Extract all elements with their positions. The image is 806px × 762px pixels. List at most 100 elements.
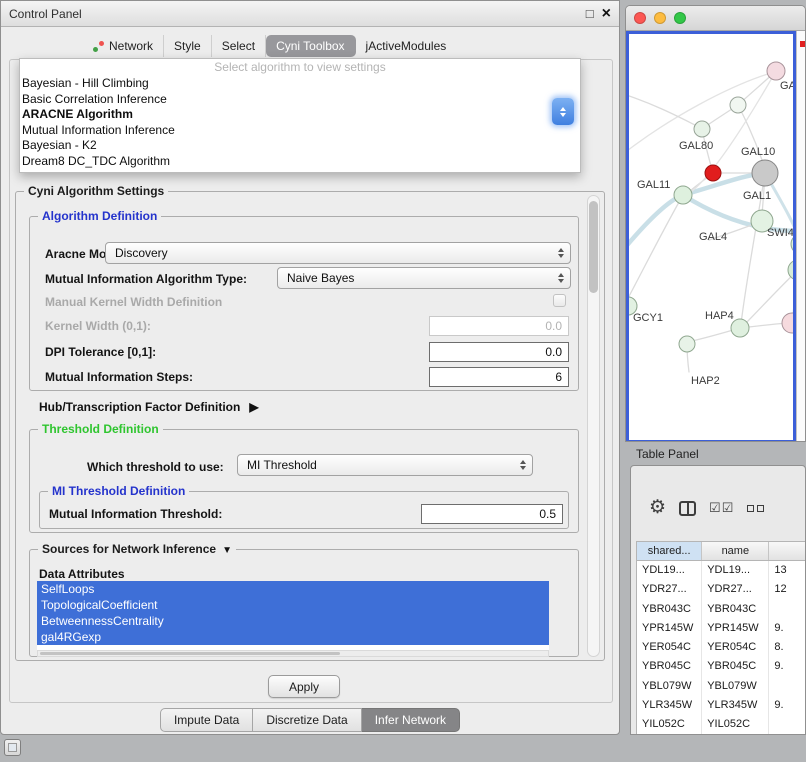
- algorithm-option[interactable]: Bayesian - Hill Climbing: [20, 76, 580, 92]
- table-row[interactable]: YPR145WYPR145W9.: [637, 619, 806, 638]
- dpi-tolerance-field[interactable]: 0.0: [429, 342, 569, 362]
- zoom-button[interactable]: [674, 12, 686, 24]
- desktop: Control Panel □× NetworkStyleSelectCyni …: [0, 0, 806, 762]
- attribute-item[interactable]: TopologicalCoefficient: [37, 597, 549, 613]
- tab-label: Select: [222, 39, 255, 53]
- bottom-tab-discretize-data[interactable]: Discretize Data: [253, 708, 361, 732]
- node-label: GAL80: [679, 140, 713, 152]
- float-window-icon[interactable]: □: [586, 4, 594, 24]
- gear-icon[interactable]: ⚙: [649, 498, 666, 518]
- attribute-item[interactable]: gal4RGexp: [37, 629, 549, 645]
- table-row[interactable]: YDR27...YDR27...12: [637, 580, 806, 599]
- sources-title-text: Sources for Network Inference: [42, 542, 216, 556]
- control-panel-window: Control Panel □× NetworkStyleSelectCyni …: [0, 0, 620, 735]
- control-panel-titlebar[interactable]: Control Panel □×: [1, 1, 619, 27]
- node-label: GAL: [780, 80, 793, 92]
- chevron-down-icon[interactable]: ▼: [222, 545, 232, 556]
- minimized-panel-icon[interactable]: [4, 739, 21, 756]
- square-icon: [757, 505, 764, 512]
- mi-algorithm-type-combobox[interactable]: Naive Bayes: [277, 267, 571, 289]
- table-cell: 12: [769, 580, 806, 599]
- table-row[interactable]: YBL079WYBL079W: [637, 677, 806, 696]
- table-row[interactable]: YDL19...YDL19...13: [637, 561, 806, 580]
- minimize-button[interactable]: [654, 12, 666, 24]
- bottom-tab-infer-network[interactable]: Infer Network: [362, 708, 460, 732]
- table-cell: YBL079W: [637, 677, 702, 696]
- algorithm-option[interactable]: Mutual Information Inference: [20, 123, 580, 139]
- network-node[interactable]: [752, 160, 778, 186]
- column-header[interactable]: shared...: [637, 542, 702, 560]
- network-node[interactable]: [679, 336, 695, 352]
- table-cell: YER054C: [637, 638, 702, 657]
- columns-icon[interactable]: [679, 501, 696, 516]
- network-icon: [93, 41, 104, 52]
- algorithm-option[interactable]: Dream8 DC_TDC Algorithm: [20, 154, 580, 170]
- manual-kernel-width-checkbox[interactable]: [553, 294, 566, 307]
- table-cell: YIL052C: [702, 715, 769, 734]
- algorithm-combobox-arrows[interactable]: [552, 98, 574, 125]
- mi-threshold-group-title: MI Threshold Definition: [48, 484, 189, 498]
- close-window-icon[interactable]: ×: [602, 4, 611, 24]
- aracne-mode-combobox[interactable]: Discovery: [105, 242, 571, 264]
- data-attributes-list[interactable]: SelfLoopsTopologicalCoefficientBetweenne…: [37, 581, 549, 651]
- table-header-row: shared...name: [637, 542, 806, 561]
- table-cell: YIL052C: [637, 715, 702, 734]
- table-cell: YLR345W: [702, 696, 769, 715]
- table-body: YDL19...YDL19...13YDR27...YDR27...12YBR0…: [637, 561, 806, 735]
- attribute-item[interactable]: SelfLoops: [37, 581, 549, 597]
- apply-button[interactable]: Apply: [268, 675, 340, 698]
- algorithm-option[interactable]: Basic Correlation Inference: [20, 92, 580, 108]
- network-node[interactable]: [694, 121, 710, 137]
- settings-scrollbar[interactable]: [587, 195, 600, 657]
- table-row[interactable]: YLR345WYLR345W9.: [637, 696, 806, 715]
- table-row[interactable]: YER054CYER054C8.: [637, 638, 806, 657]
- table-row[interactable]: YBR045CYBR045C9.: [637, 657, 806, 676]
- network-graph[interactable]: GALGAL80GAL10GAL1GAL11SWI4GAL4GCY1HAP4HA…: [629, 34, 793, 440]
- network-node[interactable]: [730, 97, 746, 113]
- tab-select[interactable]: Select: [212, 35, 266, 57]
- table-cell: YPR145W: [637, 619, 702, 638]
- network-node[interactable]: [705, 165, 721, 181]
- mi-threshold-label: Mutual Information Threshold:: [49, 507, 222, 521]
- network-node[interactable]: [782, 313, 793, 333]
- network-window-titlebar[interactable]: [626, 6, 805, 31]
- unchecked-boxes-icon[interactable]: [747, 505, 764, 512]
- close-button[interactable]: [634, 12, 646, 24]
- tab-label: jActiveModules: [366, 39, 447, 53]
- mi-steps-field[interactable]: 6: [429, 367, 569, 387]
- hub-section-toggle[interactable]: Hub/Transcription Factor Definition ▶: [39, 400, 259, 414]
- mi-steps-label: Mutual Information Steps:: [45, 370, 193, 384]
- tab-jactivemodules[interactable]: jActiveModules: [356, 35, 457, 57]
- table-cell: [769, 600, 806, 619]
- tab-style[interactable]: Style: [164, 35, 212, 57]
- algorithm-option[interactable]: ARACNE Algorithm: [20, 107, 580, 123]
- network-edge: [683, 195, 793, 231]
- network-view-window: GALGAL80GAL10GAL1GAL11SWI4GAL4GCY1HAP4HA…: [625, 5, 806, 442]
- table-row[interactable]: YIL052CYIL052C: [637, 715, 806, 734]
- network-node[interactable]: [674, 186, 692, 204]
- network-canvas[interactable]: GALGAL80GAL10GAL1GAL11SWI4GAL4GCY1HAP4HA…: [626, 31, 796, 442]
- checked-boxes-icon[interactable]: ☑☑: [709, 500, 734, 516]
- table-cell: [769, 715, 806, 734]
- network-scrollbar[interactable]: [796, 31, 806, 442]
- column-header[interactable]: [769, 542, 806, 560]
- attributes-horizontal-scrollbar[interactable]: [37, 650, 549, 657]
- attribute-item[interactable]: BetweennessCentrality: [37, 613, 549, 629]
- tab-cyni-toolbox[interactable]: Cyni Toolbox: [266, 35, 355, 57]
- column-header[interactable]: name: [702, 542, 769, 560]
- table-cell: YDL19...: [637, 561, 702, 580]
- bottom-tab-impute-data[interactable]: Impute Data: [160, 708, 253, 732]
- which-threshold-label: Which threshold to use:: [87, 460, 224, 474]
- network-node[interactable]: [767, 62, 785, 80]
- network-edge: [629, 94, 695, 125]
- data-attributes-label: Data Attributes: [39, 567, 125, 581]
- kernel-width-field[interactable]: 0.0: [429, 316, 569, 336]
- tab-network[interactable]: Network: [83, 35, 164, 57]
- table-row[interactable]: YBR043CYBR043C: [637, 600, 806, 619]
- which-threshold-combobox[interactable]: MI Threshold: [237, 454, 533, 476]
- algorithm-option[interactable]: Bayesian - K2: [20, 138, 580, 154]
- table-cell: 13: [769, 561, 806, 580]
- network-node[interactable]: [788, 260, 793, 280]
- mi-threshold-field[interactable]: 0.5: [421, 504, 563, 524]
- chevron-right-icon[interactable]: ▶: [249, 400, 258, 414]
